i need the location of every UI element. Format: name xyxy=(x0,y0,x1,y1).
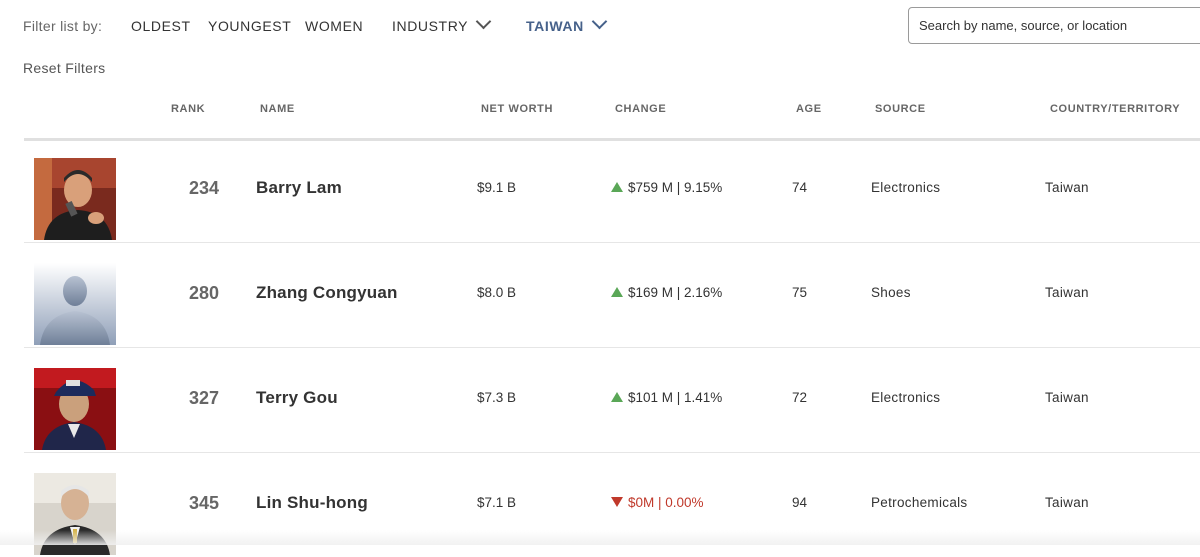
country: Taiwan xyxy=(1045,180,1089,195)
column-header-source[interactable]: SOURCE xyxy=(875,103,926,115)
arrow-down-icon xyxy=(611,497,623,507)
chevron-down-icon xyxy=(475,13,492,30)
table-row[interactable]: 327 Terry Gou $7.3 B $101 M | 1.41% 72 E… xyxy=(24,348,1200,453)
column-header-country[interactable]: COUNTRY/TERRITORY xyxy=(1050,103,1180,115)
filter-bar: Filter list by: OLDEST YOUNGEST WOMEN IN… xyxy=(0,0,1200,52)
column-header-rank[interactable]: RANK xyxy=(171,103,205,115)
filter-youngest[interactable]: YOUNGEST xyxy=(208,18,291,34)
filter-country-dropdown[interactable]: TAIWAN xyxy=(526,13,608,34)
filter-industry-dropdown[interactable]: INDUSTRY xyxy=(392,13,492,34)
country: Taiwan xyxy=(1045,390,1089,405)
column-header-age[interactable]: AGE xyxy=(796,103,822,115)
country: Taiwan xyxy=(1045,285,1089,300)
avatar[interactable] xyxy=(34,368,116,450)
filter-oldest[interactable]: OLDEST xyxy=(131,18,191,34)
column-header-net-worth[interactable]: NET WORTH xyxy=(481,103,553,115)
country: Taiwan xyxy=(1045,495,1089,510)
reset-filters-link[interactable]: Reset Filters xyxy=(23,60,105,76)
age: 75 xyxy=(792,285,808,300)
table-header: RANK NAME NET WORTH CHANGE AGE SOURCE CO… xyxy=(24,96,1200,141)
age: 74 xyxy=(792,180,808,195)
column-header-change[interactable]: CHANGE xyxy=(615,103,666,115)
change: $0M | 0.00% xyxy=(611,495,704,510)
source: Electronics xyxy=(871,390,941,405)
filter-women[interactable]: WOMEN xyxy=(305,18,363,34)
arrow-up-icon xyxy=(611,287,623,297)
bottom-fade xyxy=(0,530,1200,545)
column-header-name[interactable]: NAME xyxy=(260,103,295,115)
change-value: $0M | 0.00% xyxy=(628,495,704,510)
change-value: $169 M | 2.16% xyxy=(628,285,723,300)
search-input[interactable] xyxy=(908,7,1200,44)
source: Electronics xyxy=(871,180,941,195)
source: Shoes xyxy=(871,285,911,300)
arrow-up-icon xyxy=(611,392,623,402)
net-worth: $7.1 B xyxy=(477,495,517,510)
net-worth: $9.1 B xyxy=(477,180,517,195)
person-name[interactable]: Lin Shu-hong xyxy=(256,493,368,513)
age: 94 xyxy=(792,495,808,510)
rank: 234 xyxy=(188,178,219,198)
avatar-placeholder[interactable] xyxy=(34,263,116,345)
arrow-up-icon xyxy=(611,182,623,192)
change: $169 M | 2.16% xyxy=(611,285,722,300)
person-name[interactable]: Barry Lam xyxy=(256,178,342,198)
net-worth: $7.3 B xyxy=(477,390,517,405)
person-name[interactable]: Terry Gou xyxy=(256,388,338,408)
change: $759 M | 9.15% xyxy=(611,180,722,195)
change-value: $101 M | 1.41% xyxy=(628,390,723,405)
filter-country-label: TAIWAN xyxy=(526,18,584,34)
filter-industry-label: INDUSTRY xyxy=(392,18,469,34)
change-value: $759 M | 9.15% xyxy=(628,180,723,195)
chevron-down-icon xyxy=(591,13,608,30)
rank: 280 xyxy=(188,283,219,303)
table-row[interactable]: 234 Barry Lam $9.1 B $759 M | 9.15% 74 E… xyxy=(24,138,1200,243)
change: $101 M | 1.41% xyxy=(611,390,722,405)
person-name[interactable]: Zhang Congyuan xyxy=(256,283,398,303)
rank: 327 xyxy=(188,388,219,408)
rank: 345 xyxy=(188,493,219,513)
table-row[interactable]: 280 Zhang Congyuan $8.0 B $169 M | 2.16%… xyxy=(24,243,1200,348)
filter-label: Filter list by: xyxy=(23,18,103,34)
age: 72 xyxy=(792,390,808,405)
net-worth: $8.0 B xyxy=(477,285,517,300)
source: Petrochemicals xyxy=(871,495,968,510)
avatar[interactable] xyxy=(34,158,116,240)
